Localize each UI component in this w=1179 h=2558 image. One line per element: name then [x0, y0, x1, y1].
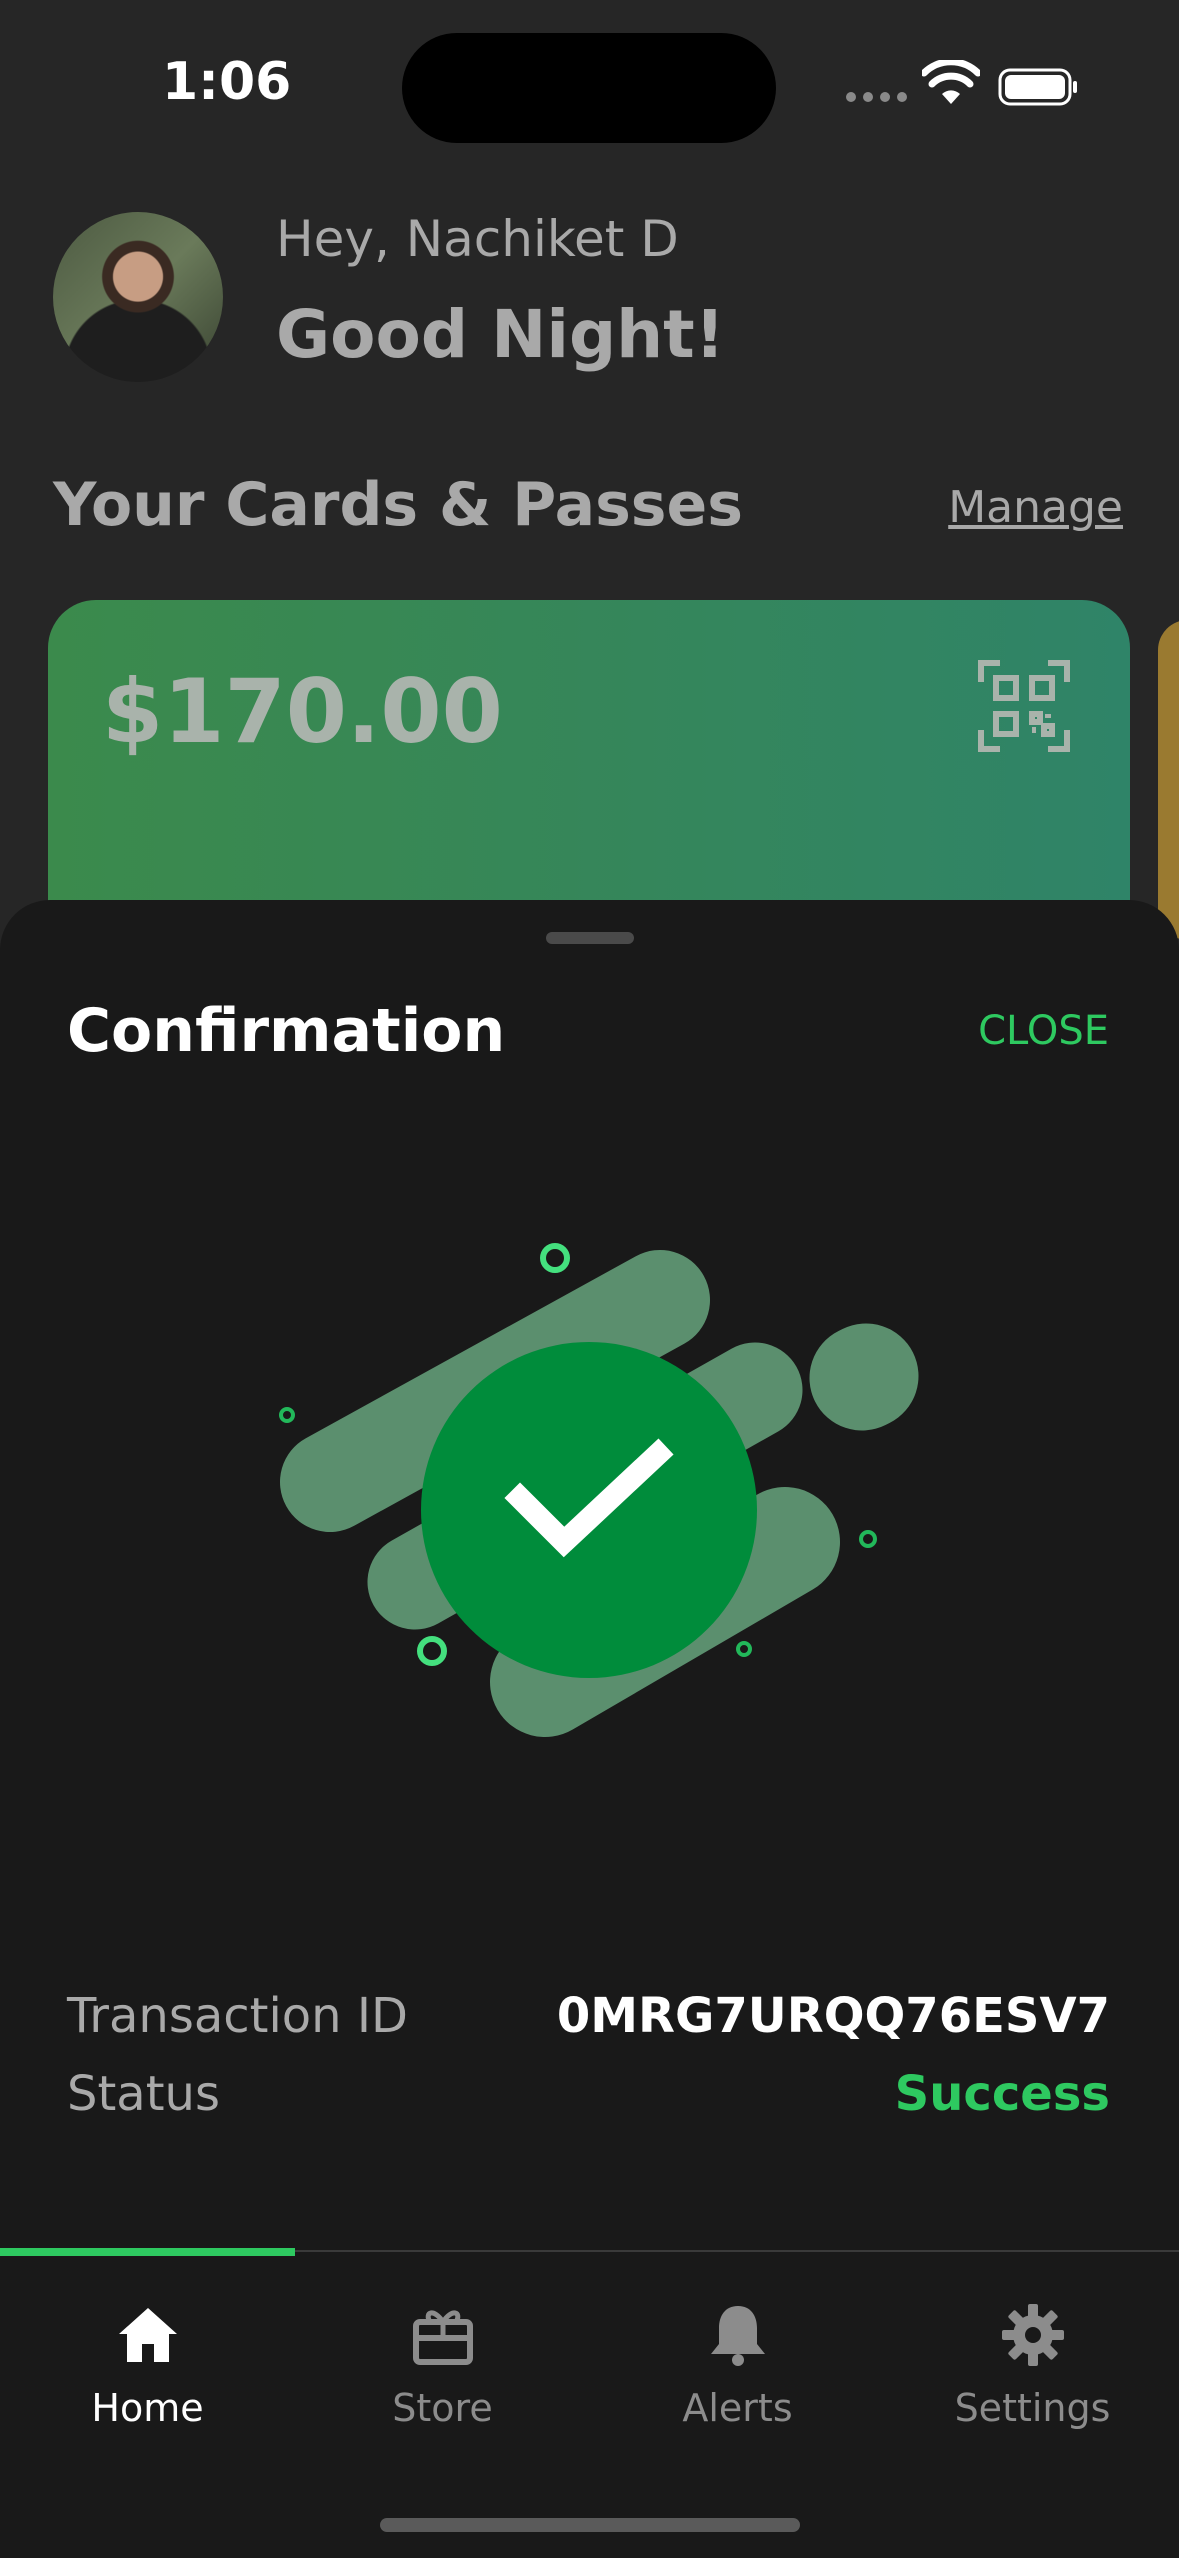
battery-icon: [998, 68, 1077, 106]
tab-bar: Home Store Alerts Settings: [0, 2248, 1179, 2558]
next-card-peek[interactable]: [1158, 620, 1179, 940]
sheet-drag-handle[interactable]: [546, 932, 634, 944]
active-tab-indicator: [0, 2248, 295, 2256]
status-time: 1:06: [162, 52, 292, 112]
tab-label: Settings: [954, 2386, 1111, 2430]
home-indicator: [380, 2518, 800, 2532]
avatar[interactable]: [53, 212, 223, 382]
status-row: Status Success: [67, 2066, 1110, 2122]
wifi-icon: [922, 60, 980, 104]
home-icon: [118, 2308, 177, 2362]
tab-home[interactable]: Home: [0, 2302, 295, 2430]
sheet-title: Confirmation: [67, 996, 506, 1066]
dynamic-island: [402, 33, 776, 143]
status-label: Status: [67, 2066, 220, 2122]
gear-icon: [1001, 2304, 1064, 2366]
manage-link[interactable]: Manage: [948, 482, 1123, 533]
tab-label: Alerts: [682, 2386, 793, 2430]
tab-label: Home: [91, 2386, 204, 2430]
tab-alerts[interactable]: Alerts: [590, 2302, 885, 2430]
transaction-row: Transaction ID 0MRG7URQQ76ESV7: [67, 1988, 1110, 2044]
cellular-signal-icon: [846, 92, 907, 102]
tab-store[interactable]: Store: [295, 2302, 590, 2430]
card-amount: $170.00: [102, 660, 503, 763]
section-title: Your Cards & Passes: [53, 470, 743, 540]
greeting-text: Hey, Nachiket D: [276, 210, 679, 268]
tab-settings[interactable]: Settings: [885, 2302, 1179, 2430]
tab-label: Store: [392, 2386, 493, 2430]
confirmation-sheet: Confirmation CLOSE Transaction ID 0MRG7U…: [0, 900, 1179, 2255]
bell-icon: [710, 2306, 765, 2366]
success-check-icon: [279, 1243, 919, 1737]
transaction-id: 0MRG7URQQ76ESV7: [556, 1988, 1110, 2044]
salutation-text: Good Night!: [276, 296, 725, 373]
qr-code-icon[interactable]: [978, 660, 1070, 752]
gift-icon: [412, 2310, 473, 2365]
status-value: Success: [894, 2066, 1110, 2122]
close-button[interactable]: CLOSE: [978, 1008, 1109, 1054]
transaction-label: Transaction ID: [67, 1988, 408, 2044]
